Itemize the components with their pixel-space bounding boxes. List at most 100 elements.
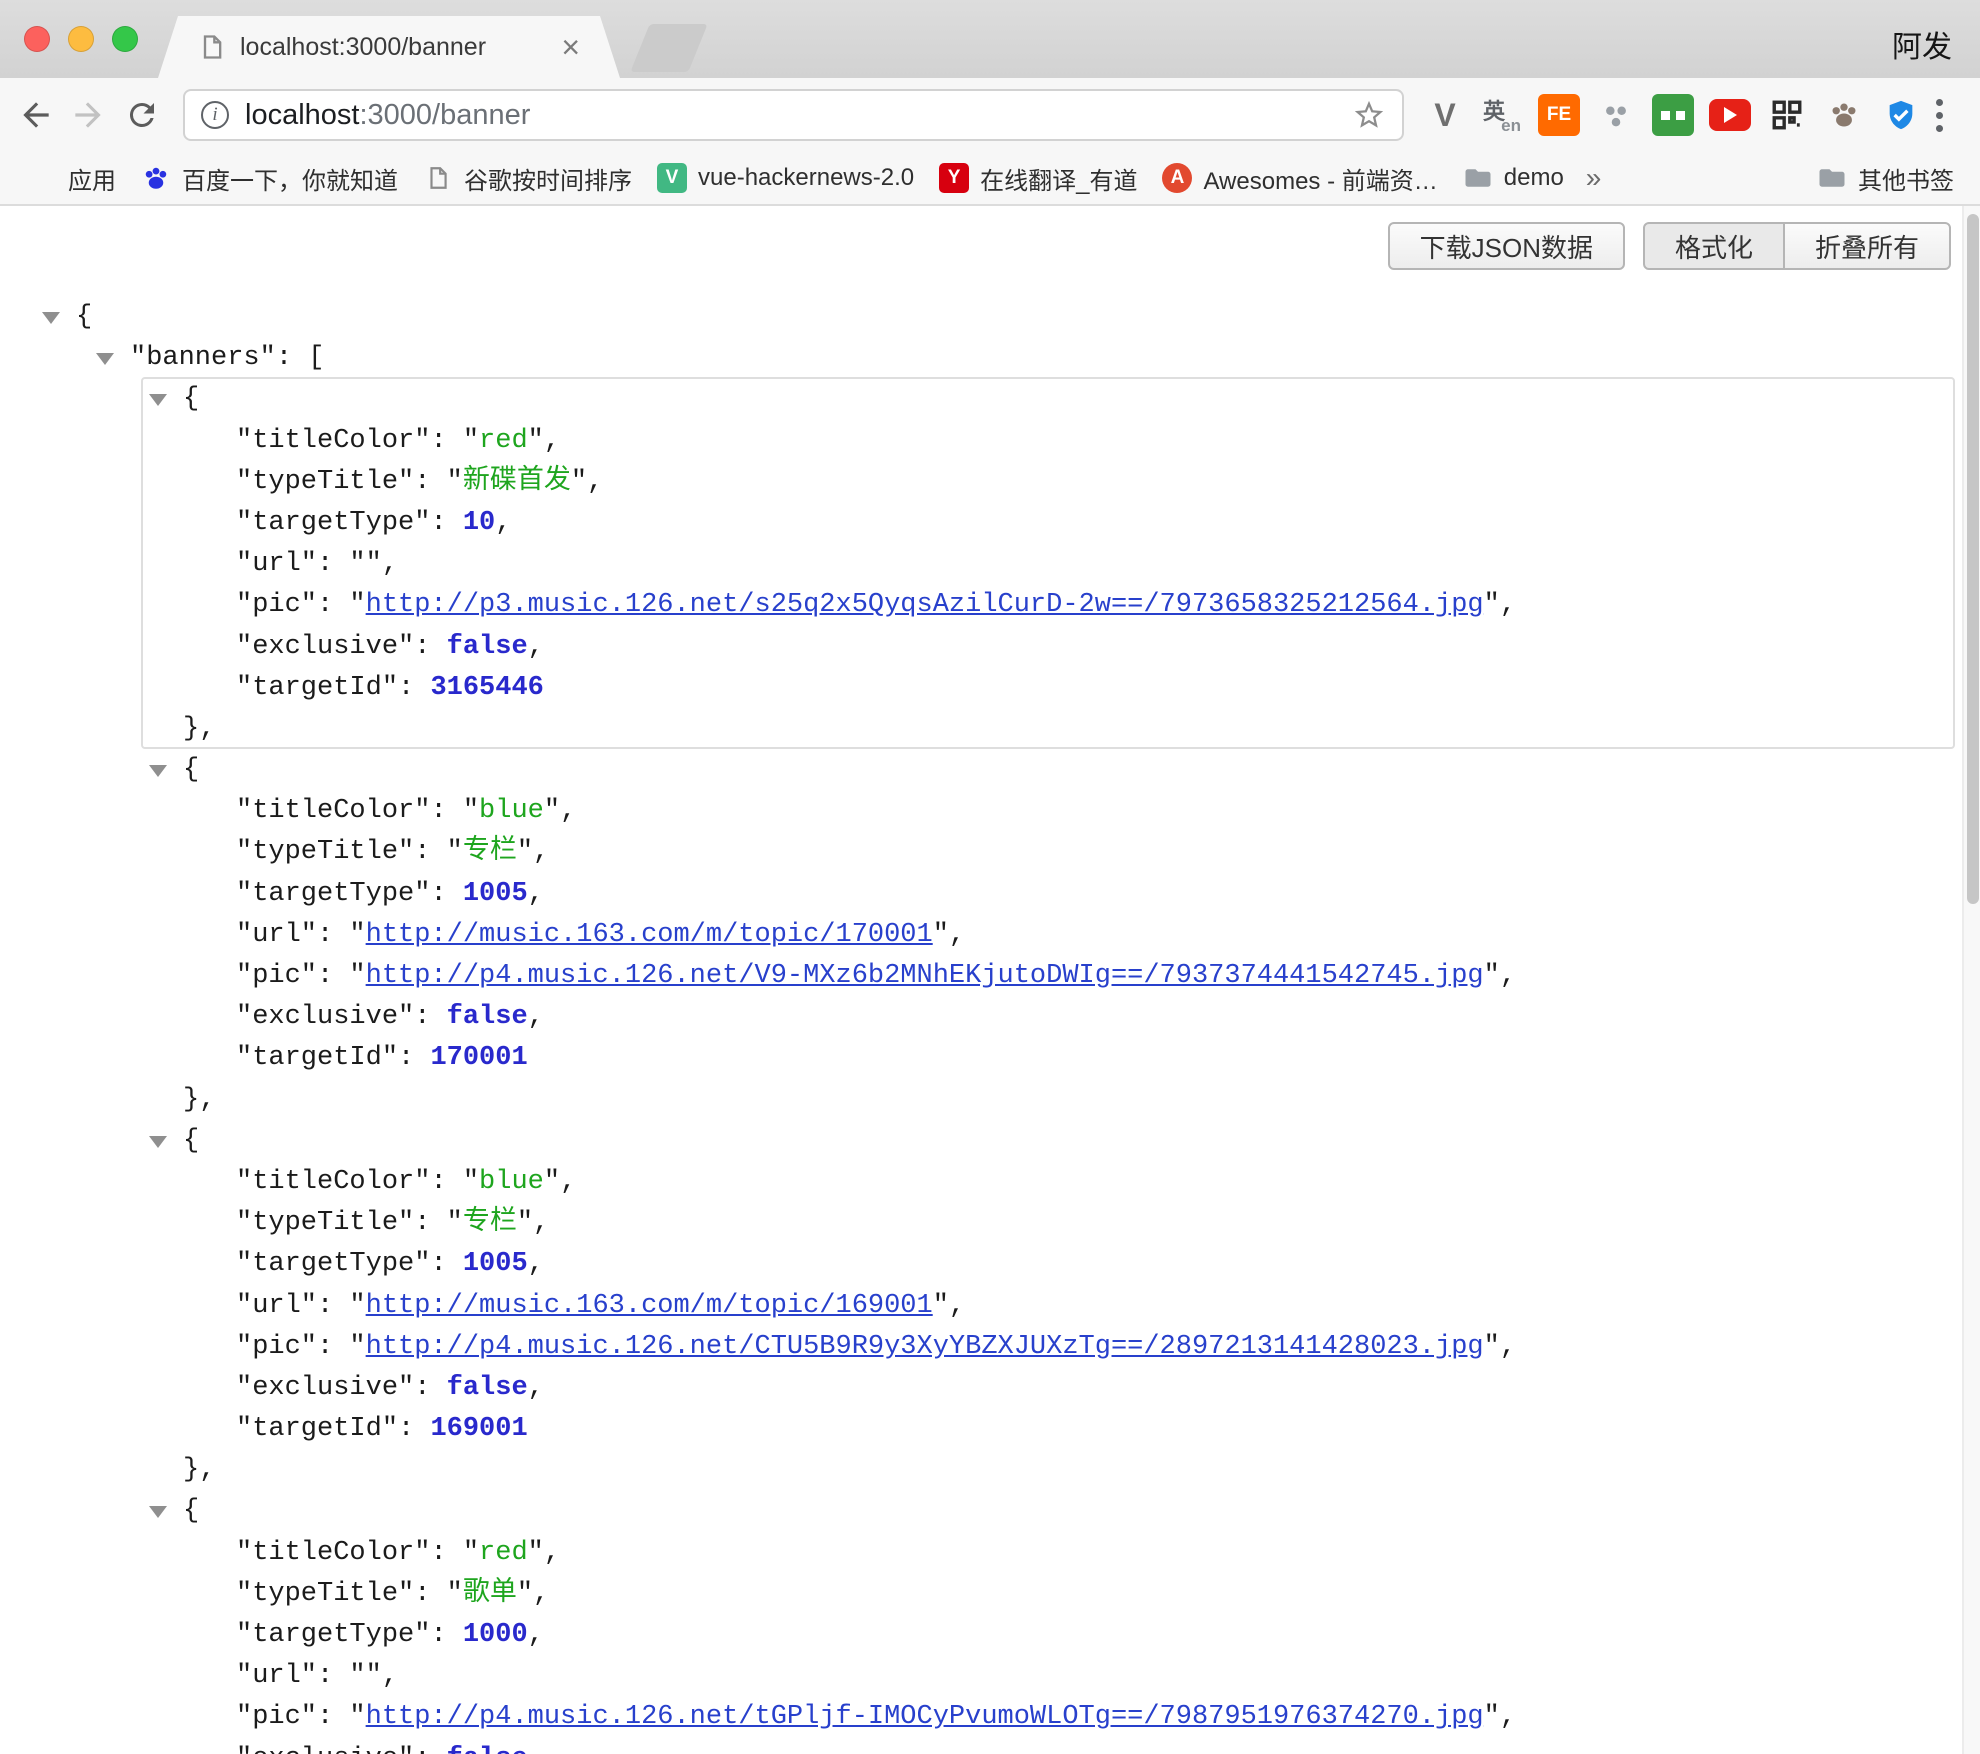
address-bar[interactable]: i localhost:3000/banner bbox=[183, 89, 1404, 141]
json-line: "url": "", bbox=[0, 1656, 1980, 1697]
reload-button[interactable] bbox=[120, 93, 164, 137]
json-line: "pic": "http://p4.music.126.net/CTU5B9R9… bbox=[0, 1327, 1980, 1368]
green-extension-icon[interactable] bbox=[1652, 94, 1694, 136]
collapse-toggle-icon[interactable] bbox=[149, 394, 167, 406]
collapse-all-button[interactable]: 折叠所有 bbox=[1783, 222, 1951, 270]
bookmarks-overflow-chevron[interactable]: » bbox=[1576, 162, 1612, 194]
extensions-row: V 英 en FE bbox=[1424, 94, 1922, 136]
json-url-link[interactable]: http://music.163.com/m/topic/170001 bbox=[366, 920, 933, 950]
forward-button[interactable] bbox=[66, 93, 110, 137]
json-punct: , bbox=[528, 1620, 544, 1650]
other-bookmarks[interactable]: 其他书签 bbox=[1804, 157, 1966, 200]
profile-name[interactable]: 阿发 bbox=[1892, 22, 1952, 66]
json-key: "typeTitle" bbox=[236, 467, 414, 497]
close-window-icon[interactable] bbox=[24, 26, 50, 52]
json-url-link[interactable]: http://music.163.com/m/topic/169001 bbox=[366, 1291, 933, 1321]
youtube-extension-icon[interactable] bbox=[1709, 94, 1751, 136]
collapse-toggle-icon[interactable] bbox=[149, 1136, 167, 1148]
json-key: "titleColor" bbox=[236, 1167, 430, 1197]
json-punct: " bbox=[517, 1208, 533, 1238]
json-number-value: 3165446 bbox=[430, 673, 543, 703]
json-punct: : bbox=[414, 467, 446, 497]
url-text[interactable]: localhost:3000/banner bbox=[245, 99, 530, 132]
json-punct: { bbox=[183, 1496, 199, 1526]
json-key: "exclusive" bbox=[236, 1744, 414, 1754]
bookmark-google-sort[interactable]: 谷歌按时间排序 bbox=[410, 157, 644, 200]
new-tab-button[interactable] bbox=[630, 24, 707, 72]
collapse-toggle-icon[interactable] bbox=[149, 765, 167, 777]
fullscreen-window-icon[interactable] bbox=[112, 26, 138, 52]
bookmark-star-icon[interactable] bbox=[1352, 98, 1386, 132]
tab-title: localhost:3000/banner bbox=[240, 33, 549, 62]
baidu-paw-icon bbox=[140, 162, 172, 194]
browser-tab[interactable]: localhost:3000/banner × bbox=[158, 16, 620, 78]
json-line: "titleColor": "blue", bbox=[0, 1162, 1980, 1203]
bookmark-demo-folder[interactable]: demo bbox=[1450, 158, 1576, 198]
json-key: "pic" bbox=[236, 961, 317, 991]
json-url-link[interactable]: http://p3.music.126.net/s25q2x5QyqsAzilC… bbox=[366, 590, 1484, 620]
json-line: "url": "http://music.163.com/m/topic/170… bbox=[0, 915, 1980, 956]
json-punct: : bbox=[414, 632, 446, 662]
json-key: "url" bbox=[236, 549, 317, 579]
fe-extension-icon[interactable]: FE bbox=[1538, 94, 1580, 136]
json-punct: : bbox=[430, 1167, 462, 1197]
json-key: "targetType" bbox=[236, 1620, 430, 1650]
download-json-button[interactable]: 下载JSON数据 bbox=[1388, 222, 1625, 270]
collapse-toggle-icon[interactable] bbox=[42, 312, 60, 324]
collapse-toggle-icon[interactable] bbox=[149, 1506, 167, 1518]
json-punct: }, bbox=[183, 1085, 215, 1115]
json-number-value: 1005 bbox=[463, 879, 528, 909]
json-line: "typeTitle": "专栏", bbox=[0, 1203, 1980, 1244]
bookmark-awesomes[interactable]: A Awesomes - 前端资… bbox=[1149, 157, 1449, 200]
json-punct: " bbox=[349, 590, 365, 620]
json-url-link[interactable]: http://p4.music.126.net/tGPljf-IMOCyPvum… bbox=[366, 1702, 1484, 1732]
json-line: "pic": "http://p4.music.126.net/V9-MXz6b… bbox=[0, 956, 1980, 997]
json-punct: , bbox=[949, 1291, 965, 1321]
format-button[interactable]: 格式化 bbox=[1643, 222, 1785, 270]
json-line: "titleColor": "blue", bbox=[0, 791, 1980, 832]
translate-extension-icon[interactable]: 英 en bbox=[1481, 94, 1523, 136]
json-key: "url" bbox=[236, 1661, 317, 1691]
folder-icon bbox=[1462, 162, 1494, 194]
json-key: "pic" bbox=[236, 590, 317, 620]
vimium-extension-icon[interactable]: V bbox=[1424, 94, 1466, 136]
json-punct: " bbox=[463, 426, 479, 456]
json-key: "exclusive" bbox=[236, 1002, 414, 1032]
browser-menu-icon[interactable] bbox=[1936, 99, 1943, 132]
back-button[interactable] bbox=[14, 93, 58, 137]
minimize-window-icon[interactable] bbox=[68, 26, 94, 52]
json-url-link[interactable]: http://p4.music.126.net/CTU5B9R9y3XyYBZX… bbox=[366, 1332, 1484, 1362]
json-punct: " bbox=[349, 1661, 365, 1691]
bookmark-youdao-translate[interactable]: Y 在线翻译_有道 bbox=[926, 157, 1149, 200]
json-line: "url": "", bbox=[0, 544, 1980, 585]
json-punct: " bbox=[447, 1208, 463, 1238]
json-punct: " bbox=[463, 1167, 479, 1197]
url-host: localhost bbox=[245, 99, 359, 131]
qrcode-extension-icon[interactable] bbox=[1766, 94, 1808, 136]
bookmark-apps[interactable]: 应用 bbox=[14, 157, 128, 200]
tab-close-icon[interactable]: × bbox=[561, 31, 580, 63]
scrollbar-thumb[interactable] bbox=[1967, 214, 1979, 904]
json-line: "exclusive": false, bbox=[0, 627, 1980, 668]
gray-extension-icon[interactable] bbox=[1595, 94, 1637, 136]
json-key: "exclusive" bbox=[236, 1373, 414, 1403]
json-actions: 下载JSON数据 格式化 折叠所有 bbox=[1388, 222, 1951, 270]
tab-strip: localhost:3000/banner × 阿发 bbox=[0, 0, 1980, 78]
shield-extension-icon[interactable] bbox=[1880, 94, 1922, 136]
json-punct: " bbox=[463, 796, 479, 826]
json-punct: " bbox=[571, 467, 587, 497]
bookmark-vue-hackernews[interactable]: V vue-hackernews-2.0 bbox=[644, 158, 926, 198]
json-punct: " bbox=[366, 549, 382, 579]
json-key: "pic" bbox=[236, 1332, 317, 1362]
scrollbar[interactable] bbox=[1962, 206, 1980, 1754]
bookmark-baidu[interactable]: 百度一下，你就知道 bbox=[128, 157, 410, 200]
json-punct: { bbox=[76, 302, 92, 332]
paw-extension-icon[interactable] bbox=[1823, 94, 1865, 136]
json-punct: , bbox=[1500, 961, 1516, 991]
collapse-toggle-icon[interactable] bbox=[96, 353, 114, 365]
json-string-value: red bbox=[479, 1538, 528, 1568]
json-line: "typeTitle": "新碟首发", bbox=[0, 462, 1980, 503]
page-info-icon[interactable]: i bbox=[201, 101, 229, 129]
json-punct: " bbox=[349, 1291, 365, 1321]
json-url-link[interactable]: http://p4.music.126.net/V9-MXz6b2MNhEKju… bbox=[366, 961, 1484, 991]
